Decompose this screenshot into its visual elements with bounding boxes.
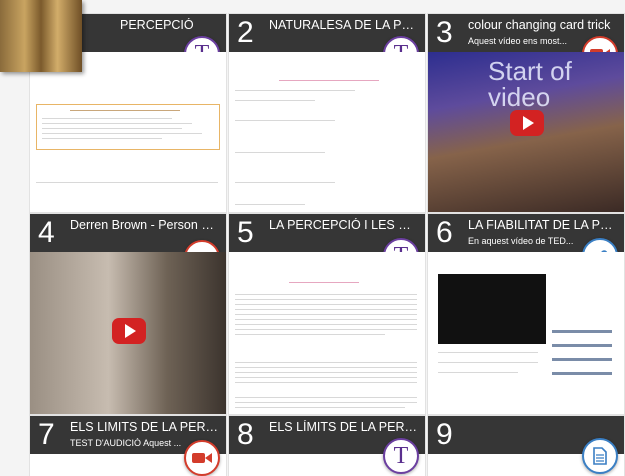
tile-number: 2 <box>237 16 254 49</box>
tile-6[interactable]: 6 LA FIABILITAT DE LA PERCE... En aquest… <box>428 214 624 414</box>
image-thumbnail[interactable] <box>0 0 82 72</box>
tile-number: 3 <box>436 16 453 49</box>
link-preview[interactable] <box>428 252 624 414</box>
tile-title: PERCEPCIÓ <box>120 18 194 32</box>
tile-5[interactable]: 5 LA PERCEPCIÓ I LES EXPEC... T <box>229 214 425 414</box>
tile-7[interactable]: 7 ELS LIMITS DE LA PERCEPCIÓ TEST D'AUDI… <box>30 416 226 476</box>
video-caption: Start of video <box>488 56 572 112</box>
tile-title: ELS LÍMITS DE LA PERCEPCIÓ <box>269 420 419 434</box>
tile-2[interactable]: 2 NATURALESA DE LA PERC... T <box>229 14 425 212</box>
tile-title: NATURALESA DE LA PERC... <box>269 18 419 32</box>
video-icon[interactable] <box>184 440 220 476</box>
tile-3[interactable]: 3 colour changing card trick Aquest víde… <box>428 14 624 212</box>
play-button[interactable] <box>112 318 146 344</box>
tile-number: 7 <box>38 418 55 451</box>
tile-title: LA PERCEPCIÓ I LES EXPEC... <box>269 218 419 232</box>
tile-title: ELS LIMITS DE LA PERCEPCIÓ <box>70 420 220 434</box>
embedded-video-frame <box>438 274 546 344</box>
tile-number: 6 <box>436 216 453 249</box>
tile-subtitle: Aquest vídeo ens most... <box>468 36 568 46</box>
tile-number: 9 <box>436 418 453 451</box>
video-thumbnail[interactable] <box>30 252 226 414</box>
tile-4[interactable]: 4 Derren Brown - Person Swap <box>30 214 226 414</box>
tile-preview <box>30 52 226 212</box>
tile-title: LA FIABILITAT DE LA PERCE... <box>468 218 618 232</box>
video-thumbnail[interactable]: Start of video <box>428 52 624 212</box>
tile-subtitle: TEST D'AUDICIÓ Aquest ... <box>70 438 182 448</box>
tile-9[interactable]: 9 <box>428 416 624 476</box>
tile-number: 5 <box>237 216 254 249</box>
tile-8[interactable]: 8 ELS LÍMITS DE LA PERCEPCIÓ T <box>229 416 425 476</box>
tile-title: Derren Brown - Person Swap <box>70 218 220 232</box>
tile-preview <box>229 52 425 212</box>
tile-preview <box>229 252 425 414</box>
tile-title: colour changing card trick <box>468 18 611 32</box>
play-button[interactable] <box>510 110 544 136</box>
tile-number: 4 <box>38 216 55 249</box>
padlet-board: PERCEPCIÓ T 2 NATURALESA DE LA PERC... T <box>0 0 625 476</box>
tile-number: 8 <box>237 418 254 451</box>
tile-subtitle: En aquest vídeo de TED... <box>468 236 574 246</box>
